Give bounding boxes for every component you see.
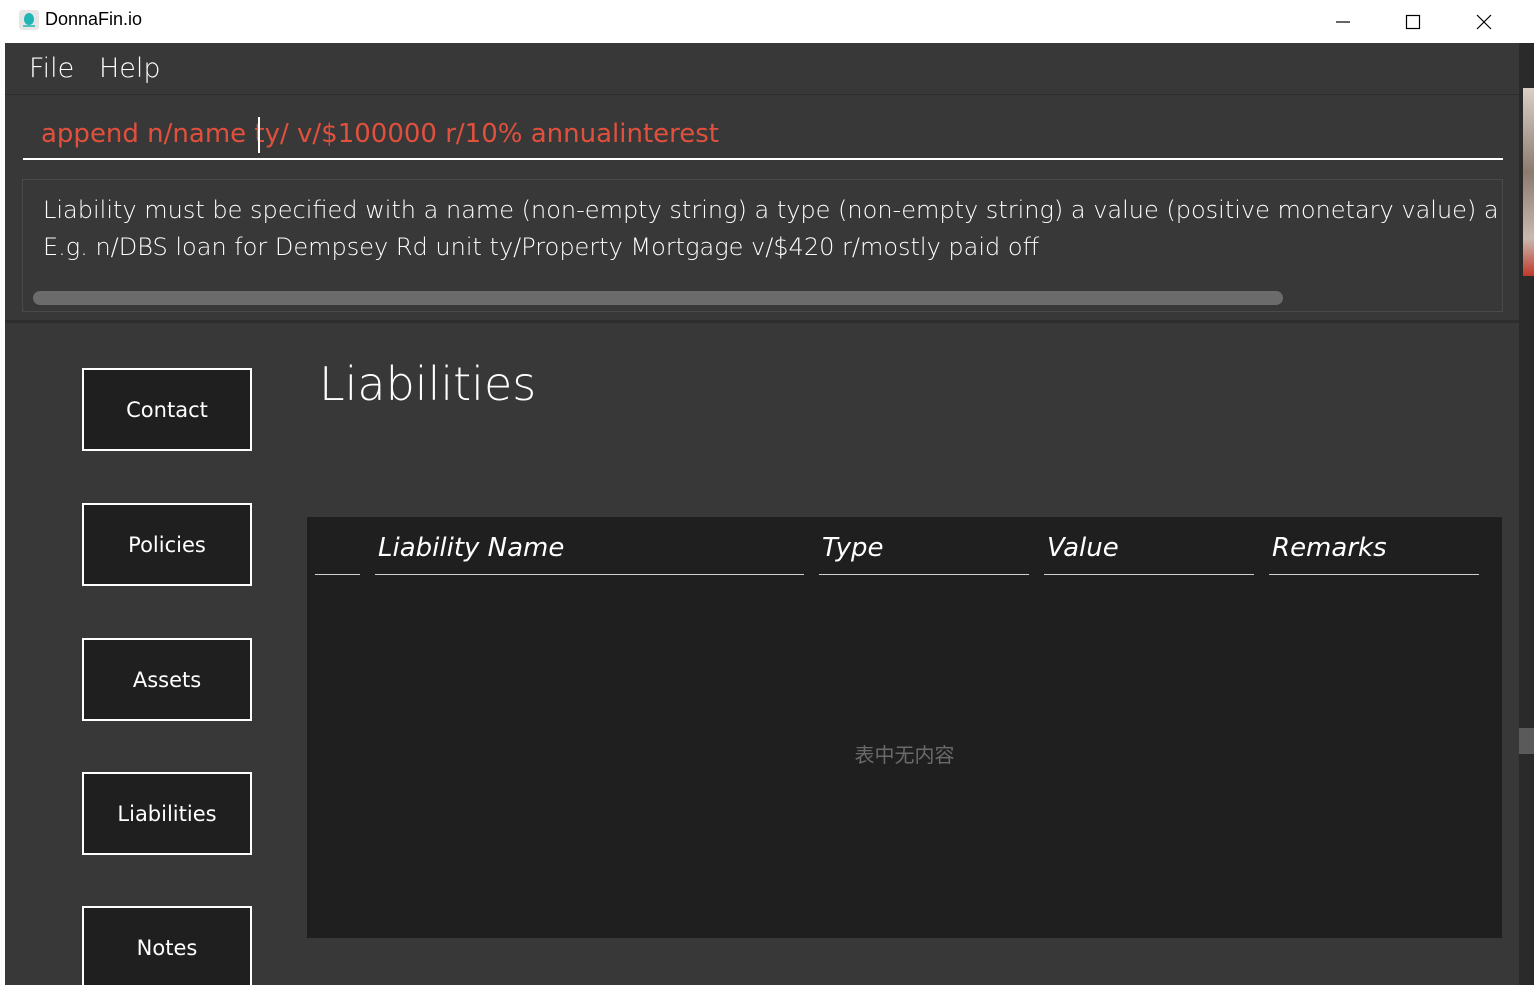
menu-bar: File Help [5, 43, 1519, 95]
donnafin-app-icon [19, 10, 39, 30]
column-header-remarks[interactable]: Remarks [1269, 533, 1479, 575]
command-input[interactable] [23, 110, 1503, 160]
horizontal-scrollbar[interactable] [33, 291, 1283, 305]
maximize-icon [1405, 14, 1421, 29]
close-icon [1476, 14, 1492, 29]
column-header-value[interactable]: Value [1044, 533, 1254, 575]
tab-notes[interactable]: Notes [82, 906, 252, 985]
result-message-line: Liability must be specified with a name … [43, 196, 1503, 224]
close-button[interactable] [1449, 0, 1519, 43]
column-header-index[interactable] [315, 533, 360, 575]
liabilities-table: Liability Name Type Value Remarks 表中无内容 [307, 517, 1502, 938]
column-header-liability-name[interactable]: Liability Name [375, 533, 804, 575]
empty-table-placeholder: 表中无内容 [854, 743, 955, 767]
divider [5, 320, 1519, 323]
title-bar[interactable]: DonnaFin.io [5, 0, 1519, 43]
text-caret [258, 117, 260, 153]
command-box [5, 96, 1519, 174]
result-example-line: E.g. n/DBS loan for Dempsey Rd unit ty/P… [43, 233, 1040, 261]
minimize-button[interactable] [1308, 0, 1378, 43]
maximize-button[interactable] [1378, 0, 1448, 43]
minimize-icon [1336, 20, 1350, 23]
window-title: DonnaFin.io [45, 9, 143, 29]
background-scroll-thumb [1519, 728, 1534, 754]
page-title: Liabilities [319, 357, 537, 411]
tab-contact[interactable]: Contact [82, 368, 252, 451]
tab-policies[interactable]: Policies [82, 503, 252, 586]
menu-help[interactable]: Help [99, 53, 161, 84]
column-header-type[interactable]: Type [819, 533, 1029, 575]
result-display: Liability must be specified with a name … [22, 179, 1503, 312]
app-window: DonnaFin.io File Help Liability must be … [5, 0, 1519, 985]
tab-assets[interactable]: Assets [82, 638, 252, 721]
menu-file[interactable]: File [29, 53, 74, 84]
tab-liabilities[interactable]: Liabilities [82, 772, 252, 855]
background-image-fragment [1523, 88, 1534, 276]
